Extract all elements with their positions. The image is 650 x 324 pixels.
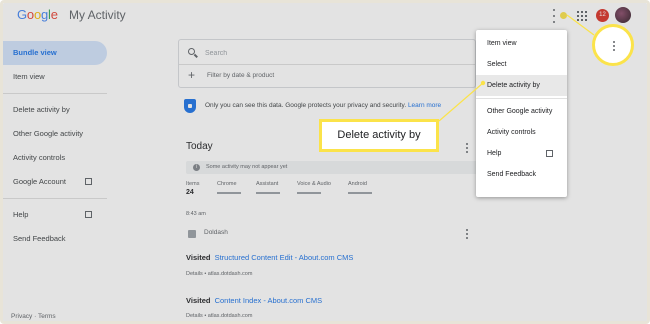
more-vert-icon	[612, 41, 616, 51]
callout-label: Delete activity by	[319, 119, 439, 152]
zoomed-more-vert	[592, 24, 634, 66]
app-window: Google My Activity 12 Bundle view Item v…	[0, 0, 650, 324]
callout-connector	[438, 14, 595, 122]
